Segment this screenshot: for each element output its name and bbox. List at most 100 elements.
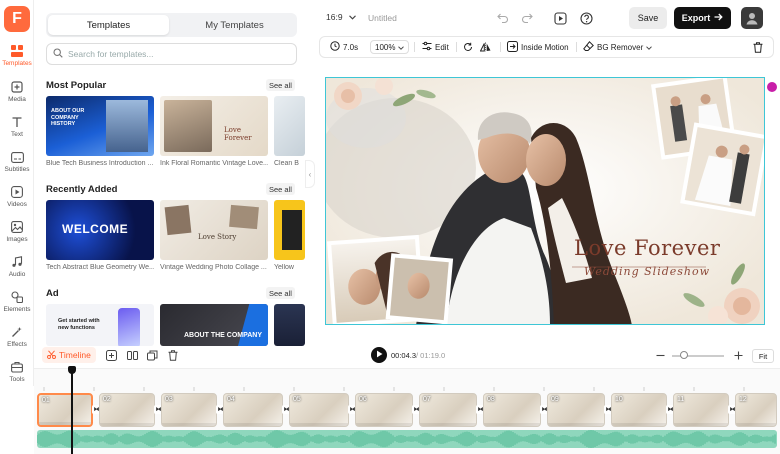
rail-item-label: Elements	[3, 306, 31, 313]
template-card[interactable]: Love Story	[160, 200, 268, 260]
split-icon[interactable]	[126, 349, 138, 361]
rail-item-audio[interactable]: Audio	[0, 255, 34, 287]
decor-shape	[282, 210, 302, 250]
city-photo	[106, 100, 148, 152]
add-clip-icon[interactable]	[105, 349, 117, 361]
decor-shape	[238, 304, 268, 346]
rail-item-videos[interactable]: Videos	[0, 185, 34, 217]
timeline-clip[interactable]: 09	[547, 393, 605, 427]
rail-item-subtitles[interactable]: Subtitles	[0, 150, 34, 182]
effects-icon	[9, 325, 25, 339]
waveform-path	[37, 430, 776, 448]
template-card[interactable]	[274, 304, 305, 346]
redo-icon[interactable]	[519, 10, 535, 26]
playhead-handle[interactable]	[68, 366, 76, 374]
card-label: Tech Abstract Blue Geometry We...	[46, 264, 154, 271]
rail-item-templates[interactable]: Templates	[0, 44, 34, 76]
timeline-clip[interactable]: 06	[355, 393, 413, 427]
see-all-most-popular[interactable]: See all	[266, 79, 295, 91]
template-card[interactable]: Love Forever	[160, 96, 268, 156]
edit-label: Edit	[435, 42, 449, 52]
play-icon	[376, 349, 383, 361]
see-all-ad[interactable]: See all	[266, 287, 295, 299]
app-logo[interactable]: F	[4, 6, 30, 32]
duplicate-icon[interactable]	[146, 349, 158, 361]
timeline-clip[interactable]: 01	[37, 393, 93, 427]
rail-item-elements[interactable]: Elements	[0, 290, 34, 322]
template-card[interactable]	[274, 200, 305, 260]
delete-clip-icon[interactable]	[167, 349, 179, 361]
timeline-clip[interactable]: 03	[161, 393, 217, 427]
canvas-subline[interactable]: Wedding Slideshow	[584, 265, 710, 278]
template-card[interactable]: ABOUT OUR COMPANY HISTORY	[46, 96, 154, 156]
template-card[interactable]: Get started with new functions	[46, 304, 154, 346]
rotate-icon[interactable]	[463, 40, 473, 54]
canvas-headline[interactable]: Love Forever	[574, 236, 720, 260]
chevron-down-icon	[348, 12, 356, 22]
card-label: Blue Tech Business Introduction ...	[46, 160, 154, 167]
top-bar: 16:9 Untitled Save Export	[316, 0, 780, 36]
clip-number: 01	[42, 397, 50, 404]
search-input[interactable]	[68, 49, 288, 59]
flip-icon[interactable]	[480, 40, 491, 54]
document-title[interactable]: Untitled	[368, 13, 397, 23]
timeline-clip[interactable]: 12	[735, 393, 777, 427]
rail-item-effects[interactable]: Effects	[0, 325, 34, 357]
duration-control[interactable]: 7.0s	[330, 40, 358, 54]
timeline-clip[interactable]: 10	[611, 393, 667, 427]
collapse-panel-button[interactable]: ‹	[305, 160, 315, 188]
card-label: Ink Floral Romantic Vintage Love...	[160, 160, 268, 167]
video-track: 01 ⧓ 02 ⧓ 03 ⧓ 04 ⧓ 05 ⧓ 06 ⧓ 07 ⧓ 08 ⧓ …	[37, 393, 777, 427]
zoom-out-icon[interactable]	[654, 349, 666, 361]
zoom-slider-handle[interactable]	[680, 351, 688, 359]
see-all-recently-added[interactable]: See all	[266, 183, 295, 195]
timeline-clip[interactable]: 11	[673, 393, 729, 427]
save-button[interactable]: Save	[629, 7, 667, 29]
tab-my-templates[interactable]: My Templates	[174, 15, 295, 35]
phone-mockup	[118, 308, 140, 346]
rail-item-text[interactable]: Text	[0, 115, 34, 147]
text-icon	[9, 115, 25, 129]
video-canvas[interactable]: Love Forever Wedding Slideshow	[325, 77, 765, 325]
timeline-clip[interactable]: 02	[99, 393, 155, 427]
timeline-clip[interactable]: 07	[419, 393, 477, 427]
timeline-clip[interactable]: 05	[289, 393, 349, 427]
bg-remover-button[interactable]: BG Remover	[583, 40, 653, 54]
fit-button[interactable]: Fit	[752, 349, 774, 363]
export-button[interactable]: Export	[674, 7, 731, 29]
photo-frame	[164, 204, 192, 236]
rail-item-tools[interactable]: Tools	[0, 360, 34, 392]
inside-motion-button[interactable]: Inside Motion	[507, 40, 569, 54]
template-card[interactable]: ABOUT THE COMPANY	[160, 304, 268, 346]
audio-track[interactable]	[37, 430, 777, 448]
timeline-clip[interactable]: 08	[483, 393, 541, 427]
play-button[interactable]	[371, 347, 387, 363]
rail-item-media[interactable]: Media	[0, 80, 34, 112]
clip-number: 08	[487, 396, 495, 403]
trash-icon[interactable]	[753, 40, 763, 54]
help-icon[interactable]	[578, 10, 594, 26]
clip-number: 09	[551, 396, 559, 403]
search-icon	[53, 47, 63, 61]
avatar[interactable]	[741, 7, 763, 29]
zoom-select[interactable]: 100%	[370, 40, 410, 54]
template-search[interactable]	[46, 43, 297, 65]
audio-waveform	[37, 430, 776, 448]
timeline-clip[interactable]: 04	[223, 393, 283, 427]
rail-item-images[interactable]: Images	[0, 220, 34, 252]
template-card[interactable]: WELCOME	[46, 200, 154, 260]
timeline-toggle[interactable]: Timeline	[42, 347, 96, 363]
undo-icon[interactable]	[495, 10, 511, 26]
card-label: Yellow	[274, 264, 294, 271]
clock-icon	[330, 41, 340, 53]
clip-number: 03	[165, 396, 173, 403]
aspect-ratio-select[interactable]: 16:9	[326, 12, 356, 22]
zoom-in-icon[interactable]	[732, 349, 744, 361]
puzzle-icon[interactable]	[767, 82, 777, 92]
edit-button[interactable]: Edit	[422, 40, 449, 54]
playhead[interactable]	[71, 366, 73, 454]
rail-item-label: Audio	[8, 271, 26, 278]
template-card[interactable]	[274, 96, 305, 156]
preview-icon[interactable]	[552, 10, 568, 26]
tab-templates[interactable]: Templates	[48, 15, 169, 35]
